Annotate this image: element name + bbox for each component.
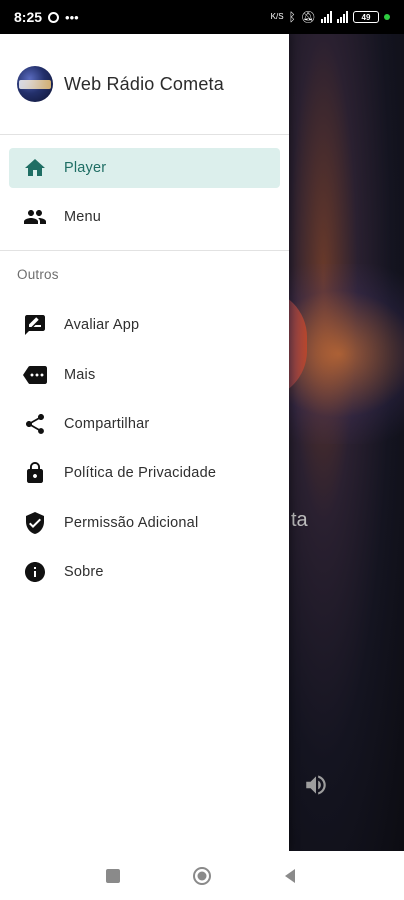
privacy-indicator — [384, 14, 390, 20]
bluetooth-icon: ᛒ — [288, 10, 296, 24]
signal-icon — [321, 11, 332, 23]
navigation-drawer: Web Rádio Cometa Player Menu Outros Aval… — [0, 34, 289, 851]
nav-item-more[interactable]: Mais — [9, 355, 280, 395]
nav-item-label: Sobre — [64, 564, 104, 580]
app-title: Web Rádio Cometa — [64, 73, 224, 94]
lock-icon — [27, 462, 43, 483]
section-divider — [0, 250, 289, 251]
nav-item-label: Avaliar App — [64, 317, 140, 333]
back-button[interactable] — [281, 867, 299, 885]
more-tag-icon — [23, 366, 47, 384]
info-icon — [25, 562, 45, 582]
nav-item-additional-permission[interactable]: Permissão Adicional — [9, 503, 280, 543]
home-icon — [25, 159, 45, 176]
verified-shield-icon — [26, 512, 44, 534]
system-nav-bar — [0, 851, 404, 900]
notification-icon — [48, 11, 60, 23]
nav-item-label: Player — [64, 160, 107, 176]
status-bar: 8:25 ••• K/S ᛒ 🔕︎ 49 — [0, 0, 404, 34]
nav-item-privacy-policy[interactable]: Política de Privacidade — [9, 453, 280, 493]
nav-item-share[interactable]: Compartilhar — [9, 404, 280, 444]
nav-item-menu[interactable]: Menu — [9, 197, 280, 237]
section-label-outros: Outros — [17, 267, 59, 282]
recents-button[interactable] — [104, 867, 122, 885]
mute-icon: 🔕︎ — [300, 10, 316, 24]
nav-item-label: Compartilhar — [64, 416, 150, 432]
background-app[interactable]: ta — [289, 34, 404, 851]
background-app-title: ta — [291, 509, 308, 531]
rate-review-icon — [25, 315, 45, 335]
nav-item-label: Política de Privacidade — [64, 465, 217, 481]
network-speed-icon: K/S — [270, 12, 284, 21]
volume-icon[interactable] — [303, 772, 329, 798]
nav-item-label: Permissão Adicional — [64, 515, 199, 531]
share-icon — [26, 414, 44, 434]
app-logo — [17, 66, 53, 102]
nav-item-player[interactable]: Player — [9, 148, 280, 188]
signal-icon-2 — [337, 11, 348, 23]
home-button[interactable] — [192, 866, 212, 886]
drawer-header: Web Rádio Cometa — [0, 34, 289, 135]
battery-icon: 49 — [353, 11, 379, 23]
more-notifications-icon: ••• — [65, 9, 79, 25]
people-icon — [24, 210, 46, 224]
nav-item-label: Mais — [64, 367, 96, 383]
status-time: 8:25 — [14, 9, 43, 25]
nav-item-about[interactable]: Sobre — [9, 552, 280, 592]
nav-item-label: Menu — [64, 209, 102, 225]
nav-item-rate-app[interactable]: Avaliar App — [9, 305, 280, 345]
